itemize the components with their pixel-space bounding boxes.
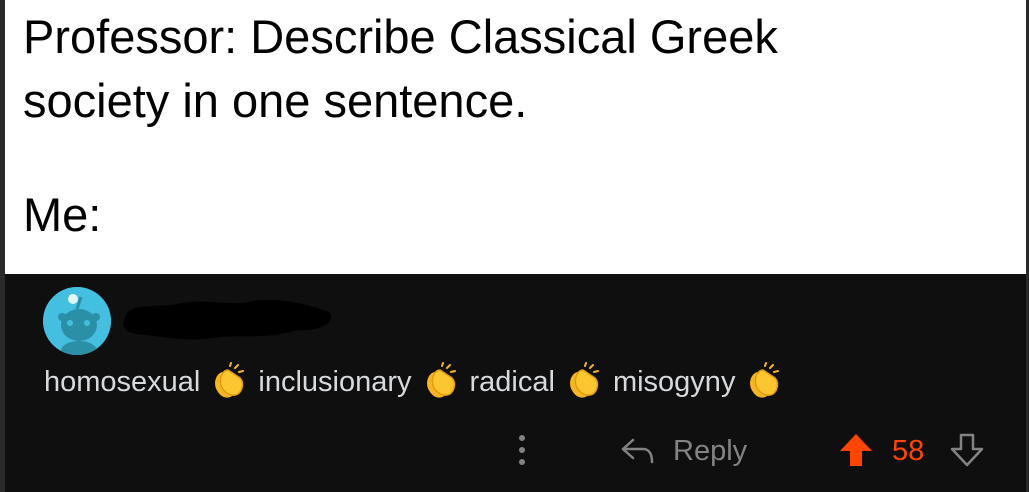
downvote-arrow-icon[interactable]: [949, 432, 985, 468]
vertical-ellipsis-icon[interactable]: [515, 430, 529, 470]
reddit-snoo-avatar-icon: [43, 287, 111, 355]
meme-caption: Professor: Describe Classical Greek soci…: [5, 0, 1026, 274]
caption-line-3: Me:: [23, 188, 102, 241]
upvote-arrow-icon[interactable]: [838, 432, 874, 468]
reply-label: Reply: [673, 434, 748, 467]
clapping-hands-icon: [426, 362, 456, 398]
avatar[interactable]: [43, 287, 111, 355]
comment-word-4: misogyny: [612, 366, 736, 398]
caption-line-1: Professor: Describe Classical Greek: [23, 10, 778, 63]
clapping-hands-icon: [215, 362, 245, 398]
username-redaction: [123, 299, 332, 340]
comment-body: homosexual inclusionary radical misogyny: [44, 362, 793, 402]
vote-score: 58: [892, 435, 925, 467]
reply-button[interactable]: Reply: [619, 428, 747, 474]
comment-word-3: radical: [469, 366, 555, 398]
comment-card: homosexual inclusionary radical misogyny: [5, 274, 1026, 492]
caption-line-2: society in one sentence.: [23, 74, 528, 127]
clapping-hands-icon: [750, 362, 780, 398]
comment-word-1: homosexual: [44, 366, 201, 398]
clapping-hands-icon: [569, 362, 599, 398]
reply-arrow-icon: [621, 438, 654, 464]
comment-actions: Reply 58: [5, 426, 1026, 476]
comment-word-2: inclusionary: [258, 366, 412, 398]
